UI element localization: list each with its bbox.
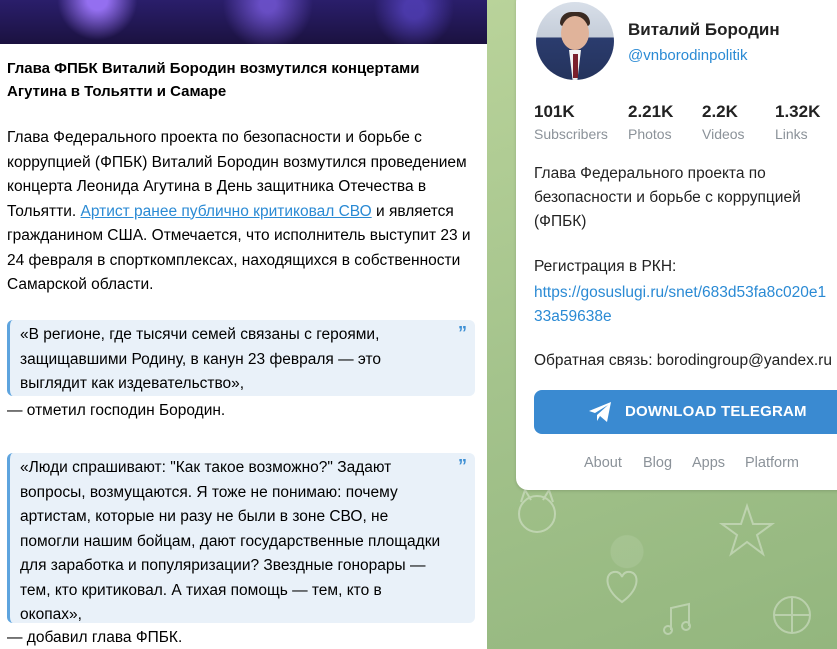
- quote-text: «Люди спрашивают: "Как такое возможно?" …: [20, 459, 441, 623]
- stat-subscribers-label: Subscribers: [534, 126, 608, 142]
- rkn-registration-link[interactable]: https://gosuslugi.ru/snet/683d53fa8c020e…: [534, 281, 837, 329]
- quote-attribution: — отметил господин Бородин.: [7, 402, 226, 419]
- stat-photos-label[interactable]: Photos: [628, 126, 672, 142]
- doodle-music-icon: [663, 602, 691, 635]
- stat-videos-value[interactable]: 2.2K: [702, 102, 738, 122]
- quote-text: «В регионе, где тысячи семей связаны с г…: [20, 326, 381, 392]
- stat-links-value[interactable]: 1.32K: [775, 102, 820, 122]
- rkn-registration-label: Регистрация в РКН:: [534, 258, 677, 275]
- stat-photos-value[interactable]: 2.21K: [628, 102, 673, 122]
- footer-link-platform[interactable]: Platform: [745, 455, 799, 471]
- post-body-link[interactable]: Артист ранее публично критиковал СВО: [81, 203, 372, 220]
- blockquote-2: ” «Люди спрашивают: "Как такое возможно?…: [7, 453, 475, 623]
- post-title: Глава ФПБК Виталий Бородин возмутился ко…: [7, 60, 420, 100]
- rkn-link-line-1[interactable]: https://gosuslugi.ru/snet/683d53fa8c020e…: [534, 281, 837, 305]
- channel-name: Виталий Бородин: [628, 20, 780, 39]
- download-telegram-button[interactable]: DOWNLOAD TELEGRAM: [534, 390, 837, 434]
- footer-link-apps[interactable]: Apps: [692, 455, 725, 471]
- doodle-star-icon: [718, 502, 776, 557]
- doodle-heart-icon: [606, 570, 638, 604]
- quote-attribution: — добавил глава ФПБК.: [7, 629, 183, 646]
- quote-icon: ”: [458, 456, 467, 476]
- post-photo[interactable]: [0, 0, 487, 44]
- stat-videos-label[interactable]: Videos: [702, 126, 745, 142]
- stat-links-label[interactable]: Links: [775, 126, 808, 142]
- blockquote-1: ” «В регионе, где тысячи семей связаны с…: [7, 320, 475, 396]
- channel-description: Глава Федерального проекта по безопаснос…: [534, 165, 801, 230]
- post-body: Глава Федерального проекта по безопаснос…: [7, 126, 479, 298]
- channel-post: Глава ФПБК Виталий Бородин возмутился ко…: [0, 0, 487, 649]
- doodle-ball-icon: [773, 596, 811, 634]
- telegram-plane-icon: [589, 402, 611, 422]
- stat-subscribers-value: 101K: [534, 102, 575, 121]
- rkn-link-line-2[interactable]: 33a59638e: [534, 305, 837, 329]
- channel-handle[interactable]: @vnborodinpolitik: [628, 47, 747, 64]
- quote-icon: ”: [458, 323, 467, 343]
- footer-link-about[interactable]: About: [584, 455, 622, 471]
- feedback-contact: Обратная связь: borodingroup@yandex.ru: [534, 352, 832, 369]
- channel-avatar[interactable]: [536, 2, 614, 80]
- download-button-label: DOWNLOAD TELEGRAM: [625, 403, 807, 420]
- footer-link-blog[interactable]: Blog: [643, 455, 672, 471]
